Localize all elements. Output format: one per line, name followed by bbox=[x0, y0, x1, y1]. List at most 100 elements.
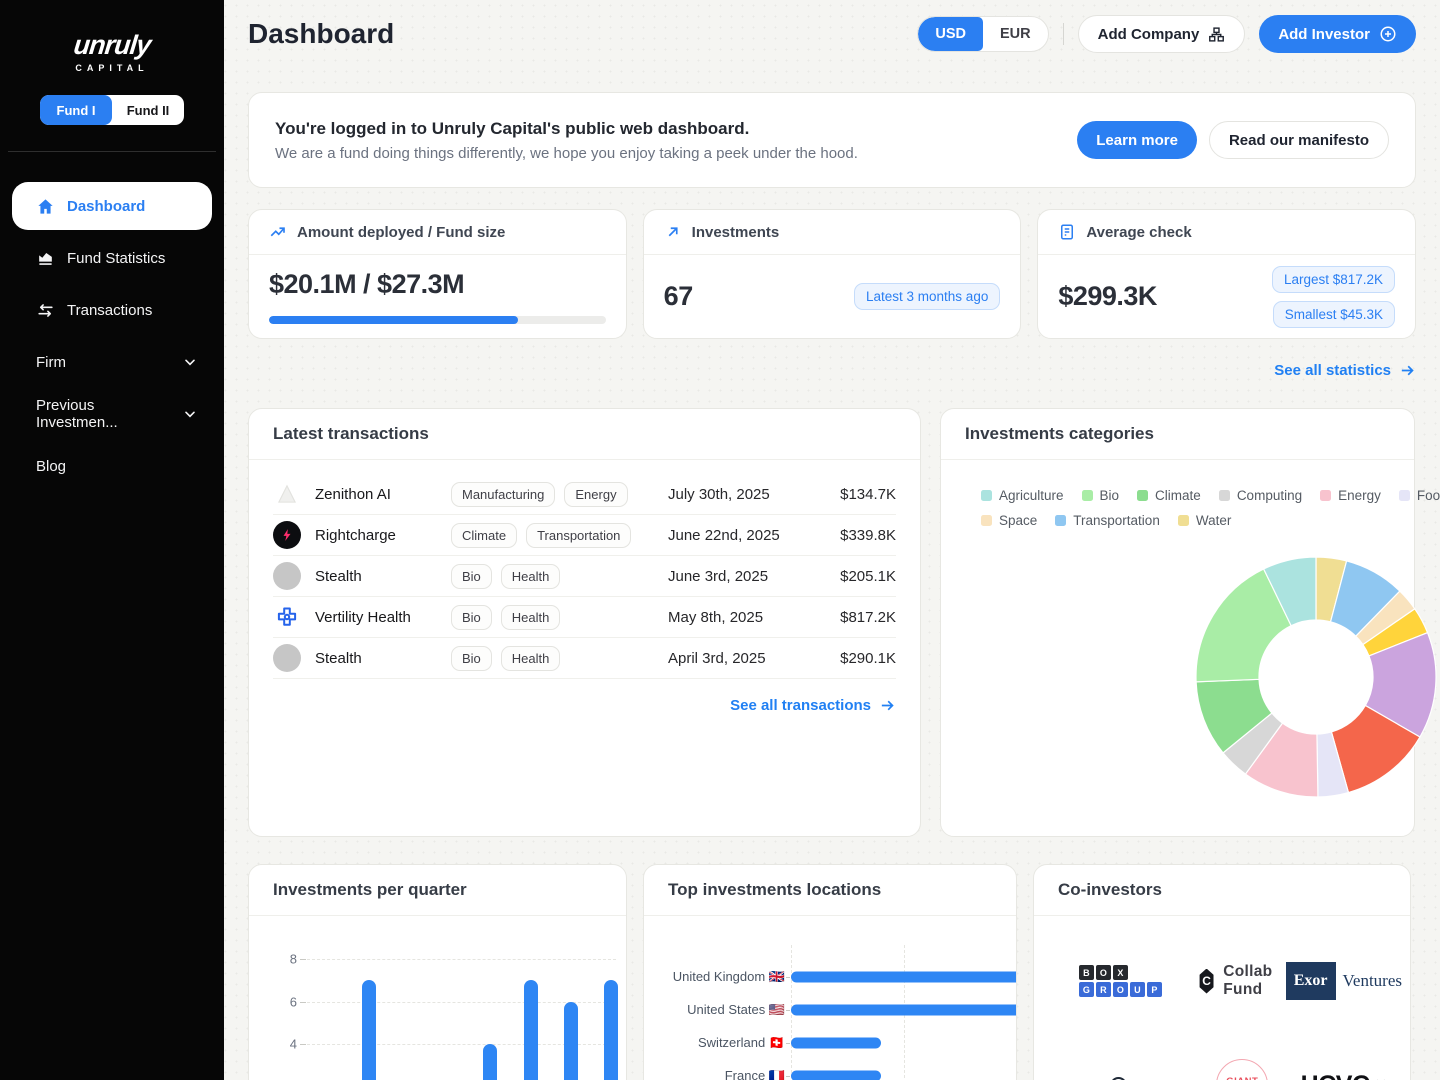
sidebar-item-fund-statistics[interactable]: Fund Statistics bbox=[0, 234, 224, 282]
quarter-bar bbox=[604, 980, 618, 1080]
sidebar-nav: Dashboard Fund StatisticsTransactions Firm… bbox=[0, 182, 224, 490]
vertility-company-logo bbox=[273, 603, 301, 631]
document-icon bbox=[1058, 223, 1076, 241]
see-all-statistics-row: See all statistics bbox=[248, 359, 1416, 381]
transaction-row[interactable]: StealthBioHealthApril 3rd, 2025$290.1K bbox=[273, 638, 896, 679]
learn-more-button[interactable]: Learn more bbox=[1077, 121, 1197, 159]
transaction-row[interactable]: Zenithon AIManufacturingEnergyJuly 30th,… bbox=[273, 474, 896, 515]
amount-deployed-card: Amount deployed / Fund size $20.1M / $27… bbox=[248, 209, 627, 339]
add-company-label: Add Company bbox=[1098, 26, 1200, 43]
legend-row: SpaceTransportationWater bbox=[981, 513, 1414, 528]
transactions-footer: See all transactions bbox=[249, 679, 920, 715]
category-tag: Bio bbox=[451, 605, 492, 630]
stats-row: Amount deployed / Fund size $20.1M / $27… bbox=[248, 209, 1416, 339]
categories-legend: AgricultureBioClimateComputingEnergyFood… bbox=[981, 488, 1414, 528]
legend-swatch bbox=[981, 490, 992, 501]
co-investor-logo-boxgroup: BOXGROUP bbox=[1079, 965, 1162, 997]
legend-swatch bbox=[1137, 490, 1148, 501]
arrow-right-icon bbox=[879, 697, 896, 714]
deployed-progress-bar bbox=[269, 316, 606, 324]
y-axis-tick-mark bbox=[300, 1044, 306, 1045]
co-investor-logo-exor: ExorVentures bbox=[1286, 962, 1402, 1000]
quarter-bar bbox=[483, 1044, 497, 1080]
banner-subtitle: We are a fund doing things differently, … bbox=[275, 145, 858, 162]
latest-transactions-card: Latest transactions Zenithon AIManufactu… bbox=[248, 408, 921, 837]
legend-swatch bbox=[1399, 490, 1410, 501]
sidebar-item-label: Blog bbox=[36, 458, 66, 475]
investments-per-quarter-title: Investments per quarter bbox=[249, 865, 626, 916]
sidebar-item-dashboard[interactable]: Dashboard bbox=[12, 182, 212, 230]
location-label: United Kingdom 🇬🇧 bbox=[644, 969, 785, 985]
y-axis-tick-mark bbox=[300, 1002, 306, 1003]
y-axis-tick-mark bbox=[300, 959, 306, 960]
legend-item-water: Water bbox=[1178, 513, 1232, 528]
read-manifesto-button[interactable]: Read our manifesto bbox=[1209, 121, 1389, 159]
average-check-card: Average check $299.3K Largest $817.2K Sm… bbox=[1037, 209, 1416, 339]
quarter-bar bbox=[524, 980, 538, 1080]
fund-tab-fund-i[interactable]: Fund I bbox=[40, 95, 112, 125]
amount-deployed-value: $20.1M / $27.3M bbox=[269, 269, 606, 300]
sidebar-item-label: Firm bbox=[36, 354, 66, 371]
legend-label: Water bbox=[1196, 513, 1232, 528]
legend-item-bio: Bio bbox=[1082, 488, 1120, 503]
see-all-transactions-link[interactable]: See all transactions bbox=[730, 697, 896, 714]
transaction-date: May 8th, 2025 bbox=[668, 609, 820, 626]
currency-toggle: USDEUR bbox=[917, 16, 1048, 52]
axis-tick-mark bbox=[786, 1043, 790, 1044]
legend-label: Computing bbox=[1237, 488, 1302, 503]
amount-deployed-title: Amount deployed / Fund size bbox=[297, 224, 505, 241]
location-label: France 🇫🇷 bbox=[644, 1068, 785, 1080]
currency-tab-usd[interactable]: USD bbox=[918, 17, 983, 51]
y-axis-tick: 8 bbox=[257, 952, 297, 967]
legend-label: Transportation bbox=[1073, 513, 1160, 528]
average-check-value: $299.3K bbox=[1058, 281, 1157, 312]
top-locations-title: Top investments locations bbox=[644, 865, 1016, 916]
legend-swatch bbox=[1178, 515, 1189, 526]
unruly-capital-logo: unruly CAPITAL bbox=[0, 0, 224, 73]
transaction-row[interactable]: RightchargeClimateTransportationJune 22n… bbox=[273, 515, 896, 556]
legend-swatch bbox=[1219, 490, 1230, 501]
sidebar-item-blog[interactable]: Blog bbox=[0, 442, 224, 490]
stealth-company-logo bbox=[273, 562, 301, 590]
trending-up-icon bbox=[269, 223, 287, 241]
legend-swatch bbox=[981, 515, 992, 526]
co-investor-logo-hcvc: HCVC✕ bbox=[1301, 1071, 1387, 1080]
add-company-button[interactable]: Add Company bbox=[1078, 15, 1246, 53]
stealth-company-logo bbox=[273, 644, 301, 672]
latest-transactions-title: Latest transactions bbox=[249, 409, 920, 460]
sidebar-item-firm[interactable]: Firm bbox=[0, 338, 224, 386]
transaction-amount: $339.8K bbox=[820, 527, 896, 544]
currency-tab-eur[interactable]: EUR bbox=[983, 17, 1048, 51]
legend-item-computing: Computing bbox=[1219, 488, 1302, 503]
average-check-body: $299.3K Largest $817.2K Smallest $45.3K bbox=[1038, 255, 1415, 338]
quarter-bar bbox=[362, 980, 376, 1080]
add-investor-button[interactable]: Add Investor bbox=[1259, 15, 1416, 53]
see-all-statistics-link[interactable]: See all statistics bbox=[1274, 359, 1416, 381]
legend-label: Bio bbox=[1100, 488, 1120, 503]
transaction-row[interactable]: StealthBioHealthJune 3rd, 2025$205.1K bbox=[273, 556, 896, 597]
amount-deployed-header: Amount deployed / Fund size bbox=[249, 210, 626, 255]
category-tag: Climate bbox=[451, 523, 517, 548]
fund-toggle: Fund IFund II bbox=[40, 95, 184, 125]
company-name: Stealth bbox=[315, 568, 451, 585]
sidebar-item-previous-investmen[interactable]: Previous Investmen... bbox=[0, 390, 224, 438]
sidebar-item-label: Dashboard bbox=[67, 198, 145, 215]
bottom-row: Investments per quarter 8642 Top investm… bbox=[248, 864, 1416, 1080]
co-investor-logo-collabfund: CCollab Fund bbox=[1199, 963, 1286, 999]
investments-body: 67 Latest 3 months ago bbox=[644, 255, 1021, 338]
investments-categories-title: Investments categories bbox=[941, 409, 1414, 460]
investments-card: Investments 67 Latest 3 months ago bbox=[643, 209, 1022, 339]
legend-label: Food bbox=[1417, 488, 1440, 503]
transaction-date: July 30th, 2025 bbox=[668, 486, 820, 503]
sidebar-item-transactions[interactable]: Transactions bbox=[0, 286, 224, 334]
see-all-statistics-label: See all statistics bbox=[1274, 362, 1391, 379]
legend-label: Climate bbox=[1155, 488, 1201, 503]
main-content: Dashboard USDEUR Add Company Add Investo… bbox=[224, 0, 1440, 1080]
company-name: Vertility Health bbox=[315, 609, 451, 626]
locations-bar-chart: United Kingdom 🇬🇧United States 🇺🇸Switzer… bbox=[644, 919, 1016, 1080]
deployed-progress-fill bbox=[269, 316, 518, 324]
company-name: Zenithon AI bbox=[315, 486, 451, 503]
location-bar bbox=[791, 972, 1017, 983]
fund-tab-fund-ii[interactable]: Fund II bbox=[112, 95, 184, 125]
transaction-row[interactable]: Vertility HealthBioHealthMay 8th, 2025$8… bbox=[273, 597, 896, 638]
